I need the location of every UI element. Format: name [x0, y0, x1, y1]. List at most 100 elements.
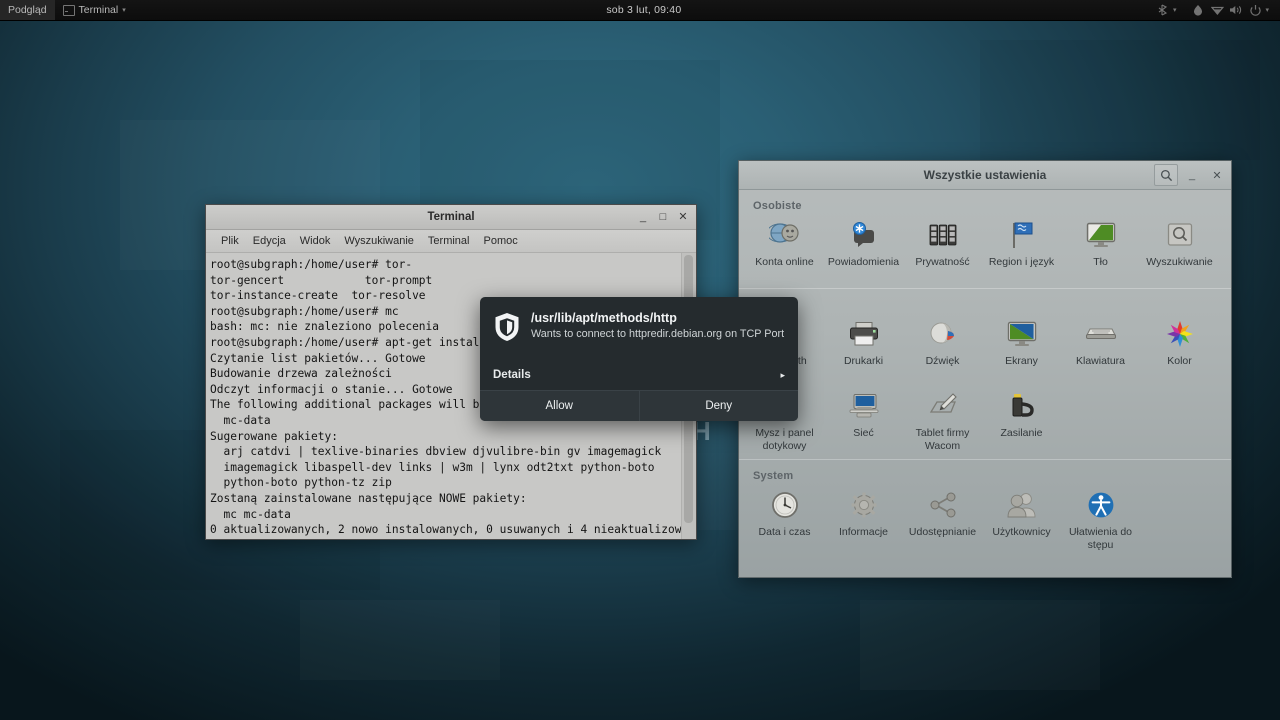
settings-item-label: Kolor	[1143, 355, 1217, 368]
bluetooth-icon[interactable]	[1154, 0, 1171, 20]
permission-dialog-header: /usr/lib/apt/methods/http Wants to conne…	[480, 297, 798, 347]
settings-item-powiadomienia[interactable]: Powiadomienia	[824, 214, 903, 286]
settings-titlebar[interactable]: Wszystkie ustawienia _ ✕	[739, 161, 1231, 190]
settings-item-label: Tablet firmy Wacom	[906, 427, 980, 452]
keyboard-icon	[1084, 317, 1118, 351]
menu-pomoc[interactable]: Pomoc	[477, 230, 525, 252]
settings-item-prywatnosc[interactable]: Prywatność	[903, 214, 982, 286]
power-settings-icon	[1005, 389, 1039, 423]
settings-item-siec[interactable]: Sieć	[824, 385, 903, 457]
privacy-icon	[926, 218, 960, 252]
menu-plik[interactable]: Plik	[214, 230, 246, 252]
terminal-titlebar[interactable]: Terminal _ □ ✕	[206, 205, 696, 230]
search-settings-icon	[1163, 218, 1197, 252]
permission-app-path: /usr/lib/apt/methods/http	[531, 310, 784, 326]
permission-dialog-text: /usr/lib/apt/methods/http Wants to conne…	[531, 310, 784, 347]
minimize-button[interactable]: _	[1181, 165, 1203, 185]
notifications-icon	[847, 218, 881, 252]
settings-item-label: Wyszukiwanie	[1143, 256, 1217, 269]
permission-dialog-buttons: Allow Deny	[480, 390, 798, 421]
section-grid: Konta online Powiadomienia	[739, 214, 1231, 286]
settings-item-data-i-czas[interactable]: Data i czas	[745, 484, 824, 556]
power-icon[interactable]	[1247, 0, 1264, 20]
panel-clock-label: sob 3 lut, 09:40	[606, 4, 681, 16]
settings-item-klawiatura[interactable]: Klawiatura	[1061, 313, 1140, 385]
close-button[interactable]: ✕	[674, 208, 692, 226]
settings-item-label: Ekrany	[985, 355, 1059, 368]
settings-item-ekrany[interactable]: Ekrany	[982, 313, 1061, 385]
menu-edycja[interactable]: Edycja	[246, 230, 293, 252]
deny-button[interactable]: Deny	[639, 391, 799, 421]
section-title: Sprzęt	[739, 295, 1231, 313]
chevron-right-icon: ▸	[780, 370, 785, 381]
menu-widok[interactable]: Widok	[293, 230, 338, 252]
settings-item-label: Tło	[1064, 256, 1138, 269]
settings-item-kolor[interactable]: Kolor	[1140, 313, 1219, 385]
settings-item-ulatwienia-dostepu[interactable]: Ułatwienia do stępu	[1061, 484, 1140, 556]
settings-item-zasilanie[interactable]: Zasilanie	[982, 385, 1061, 457]
settings-item-tablet-firmy-wacom[interactable]: Tablet firmy Wacom	[903, 385, 982, 457]
menu-wyszukiwanie[interactable]: Wyszukiwanie	[337, 230, 421, 252]
settings-item-tlo[interactable]: Tło	[1061, 214, 1140, 286]
terminal-window-controls: _ □ ✕	[634, 208, 692, 226]
network-wireless-icon[interactable]	[1209, 0, 1226, 20]
background-icon	[1084, 218, 1118, 252]
displays-icon	[1005, 317, 1039, 351]
settings-item-label: Mysz i panel dotykowy	[748, 427, 822, 452]
minimize-button[interactable]: _	[634, 208, 652, 226]
menu-terminal[interactable]: Terminal	[421, 230, 477, 252]
settings-item-label: Zasilanie	[985, 427, 1059, 440]
permission-dialog[interactable]: /usr/lib/apt/methods/http Wants to conne…	[480, 297, 798, 421]
chevron-down-icon: ▾	[122, 6, 126, 14]
settings-item-label: Powiadomienia	[827, 256, 901, 269]
panel-item-terminal[interactable]: Terminal ▾	[55, 0, 134, 20]
chevron-down-icon[interactable]: ▾	[1173, 6, 1180, 14]
panel-item-terminal-label: Terminal	[79, 4, 119, 16]
details-row[interactable]: Details ▸	[480, 359, 798, 391]
details-label: Details	[493, 369, 780, 381]
section-title: Osobiste	[739, 196, 1231, 214]
settings-item-label: Użytkownicy	[985, 526, 1059, 539]
settings-item-konta-online[interactable]: Konta online	[745, 214, 824, 286]
maximize-button[interactable]: □	[654, 208, 672, 226]
permission-description: Wants to connect to httpredir.debian.org…	[531, 327, 784, 342]
settings-item-label: Informacje	[827, 526, 901, 539]
settings-section-system: System Data i czas	[739, 459, 1231, 558]
network-icon	[847, 389, 881, 423]
users-icon	[1005, 488, 1039, 522]
section-grid: Data i czas	[739, 484, 1231, 556]
settings-item-drukarki[interactable]: Drukarki	[824, 313, 903, 385]
panel-tray: ▾ ▾	[1154, 0, 1280, 20]
settings-item-udostepnianie[interactable]: Udostępnianie	[903, 484, 982, 556]
settings-item-label: Udostępnianie	[906, 526, 980, 539]
details-icon	[847, 488, 881, 522]
settings-window[interactable]: Wszystkie ustawienia _ ✕ Osobiste	[738, 160, 1232, 578]
settings-item-uzytkownicy[interactable]: Użytkownicy	[982, 484, 1061, 556]
settings-item-label: Sieć	[827, 427, 901, 440]
allow-button[interactable]: Allow	[480, 391, 639, 421]
shield-icon	[494, 310, 520, 347]
settings-item-label: Drukarki	[827, 355, 901, 368]
date-time-icon	[768, 488, 802, 522]
settings-item-wyszukiwanie[interactable]: Wyszukiwanie	[1140, 214, 1219, 286]
settings-item-informacje[interactable]: Informacje	[824, 484, 903, 556]
settings-item-label: Prywatność	[906, 256, 980, 269]
terminal-menubar: Plik Edycja Widok Wyszukiwanie Terminal …	[206, 230, 696, 253]
online-accounts-icon	[768, 218, 802, 252]
panel-item-podglad[interactable]: Podgląd	[0, 0, 55, 20]
volume-icon[interactable]	[1228, 0, 1245, 20]
accessibility-icon	[1084, 488, 1118, 522]
chevron-down-icon[interactable]: ▾	[1266, 6, 1273, 14]
section-title: System	[739, 466, 1231, 484]
color-icon	[1163, 317, 1197, 351]
close-button[interactable]: ✕	[1206, 165, 1228, 185]
region-language-icon	[1005, 218, 1039, 252]
settings-item-label: Dźwięk	[906, 355, 980, 368]
panel-clock[interactable]: sob 3 lut, 09:40	[598, 0, 689, 20]
settings-item-label: Klawiatura	[1064, 355, 1138, 368]
settings-item-region-i-jezyk[interactable]: Region i język	[982, 214, 1061, 286]
search-icon[interactable]	[1154, 164, 1178, 186]
settings-item-dzwiek[interactable]: Dźwięk	[903, 313, 982, 385]
settings-section-osobiste: Osobiste Konta online	[739, 190, 1231, 288]
display-brightness-icon[interactable]	[1190, 0, 1207, 20]
